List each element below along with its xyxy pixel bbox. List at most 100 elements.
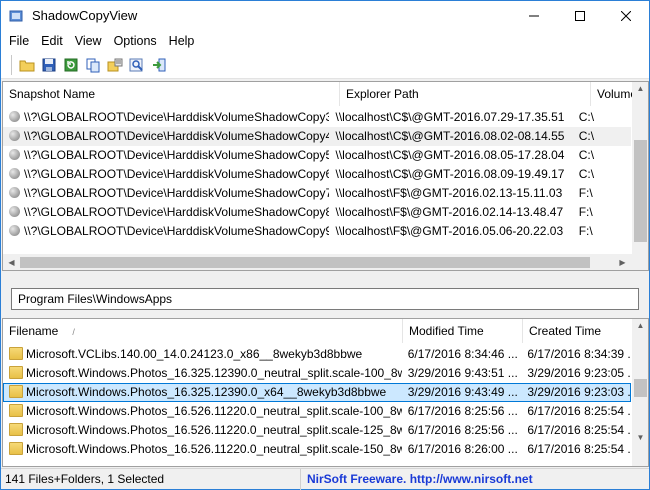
snapshot-row[interactable]: \\?\GLOBALROOT\Device\HarddiskVolumeShad… [3, 165, 631, 184]
scroll-thumb[interactable] [20, 257, 590, 268]
folder-icon [9, 442, 23, 455]
file-vertical-scrollbar[interactable]: ▲ ▼ [632, 319, 648, 466]
snapshot-vertical-scrollbar[interactable]: ▲ [632, 82, 648, 254]
exit-button[interactable] [148, 54, 170, 76]
filename-cell: Microsoft.VCLibs.140.00_14.0.24123.0_x86… [3, 345, 402, 364]
column-snapshot-name[interactable]: Snapshot Name [3, 82, 340, 106]
snapshot-row[interactable]: \\?\GLOBALROOT\Device\HarddiskVolumeShad… [3, 203, 631, 222]
snapshot-row[interactable]: \\?\GLOBALROOT\Device\HarddiskVolumeShad… [3, 184, 631, 203]
snapshot-row[interactable]: \\?\GLOBALROOT\Device\HarddiskVolumeShad… [3, 127, 631, 146]
column-modified-time[interactable]: Modified Time [403, 319, 523, 343]
minimize-icon [529, 15, 539, 17]
cell-text: \\localhost\C$\@GMT-2016.08.02-08.14.55 [335, 129, 565, 143]
menu-help[interactable]: Help [163, 32, 201, 51]
find-button[interactable] [126, 54, 148, 76]
status-bar: 141 Files+Folders, 1 Selected NirSoft Fr… [1, 468, 649, 490]
status-count: 141 Files+Folders, 1 Selected [1, 468, 301, 490]
folder-icon [9, 423, 23, 436]
cell-text: 6/17/2016 8:34:46 ... [407, 347, 518, 361]
cell-text: \\?\GLOBALROOT\Device\HarddiskVolumeShad… [24, 110, 330, 124]
volume-cell: F:\ [573, 222, 631, 241]
save-button[interactable] [38, 54, 60, 76]
snapshot-name-cell: \\?\GLOBALROOT\Device\HarddiskVolumeShad… [3, 127, 329, 146]
filename-cell: Microsoft.Windows.Photos_16.325.12390.0_… [3, 383, 402, 402]
save-icon [42, 58, 56, 72]
minimize-button[interactable] [511, 1, 557, 31]
snapshot-row[interactable]: \\?\GLOBALROOT\Device\HarddiskVolumeShad… [3, 146, 631, 165]
folder-path-input[interactable] [11, 288, 639, 310]
file-list[interactable]: Filename / Modified Time Created Time Mic… [2, 318, 649, 467]
file-row[interactable]: Microsoft.Windows.Photos_16.526.11220.0_… [3, 402, 631, 421]
maximize-icon [575, 11, 585, 21]
copy-icon [86, 58, 100, 73]
scroll-left-icon[interactable]: ◀ [3, 258, 20, 267]
created-time-cell: 6/17/2016 8:25:54 ... [521, 421, 631, 440]
scroll-up-icon[interactable]: ▲ [632, 84, 648, 93]
open-button[interactable] [16, 54, 38, 76]
file-list-header: Filename / Modified Time Created Time [3, 319, 633, 343]
scroll-thumb[interactable] [634, 379, 647, 397]
refresh-button[interactable] [60, 54, 82, 76]
cell-text: C:\ [578, 110, 595, 124]
folder-icon [9, 347, 23, 360]
cell-text: \\localhost\C$\@GMT-2016.08.09-19.49.17 [335, 167, 565, 181]
cell-text: 3/29/2016 9:23:05 ... [527, 366, 631, 380]
properties-button[interactable] [104, 54, 126, 76]
file-row[interactable]: Microsoft.Windows.Photos_16.325.12390.0_… [3, 383, 631, 402]
scroll-up-icon[interactable]: ▲ [632, 321, 648, 330]
maximize-button[interactable] [557, 1, 603, 31]
file-row[interactable]: Microsoft.Windows.Photos_16.325.12390.0_… [3, 364, 631, 383]
open-icon [19, 60, 35, 72]
folder-icon [9, 385, 23, 398]
scroll-right-icon[interactable]: ▶ [614, 258, 631, 267]
cell-text: \\localhost\C$\@GMT-2016.07.29-17.35.51 [335, 110, 565, 124]
cell-text: \\localhost\F$\@GMT-2016.02.14-13.48.47 [335, 205, 564, 219]
explorer-path-cell: \\localhost\F$\@GMT-2016.05.06-20.22.03 [329, 222, 572, 241]
volume-cell: C:\ [573, 146, 631, 165]
snapshot-bullet-icon [9, 149, 20, 160]
column-created-time[interactable]: Created Time [523, 319, 633, 343]
column-label: Modified Time [409, 324, 484, 338]
window-title: ShadowCopyView [32, 8, 138, 23]
toolbar-grip [11, 55, 12, 75]
column-filename[interactable]: Filename / [3, 319, 403, 343]
file-row[interactable]: Microsoft.VCLibs.140.00_14.0.24123.0_x86… [3, 345, 631, 364]
explorer-path-cell: \\localhost\C$\@GMT-2016.08.09-19.49.17 [329, 165, 572, 184]
copy-button[interactable] [82, 54, 104, 76]
snapshot-bullet-icon [9, 111, 20, 122]
menu-file[interactable]: File [3, 32, 35, 51]
snapshot-name-cell: \\?\GLOBALROOT\Device\HarddiskVolumeShad… [3, 108, 329, 127]
file-row[interactable]: Microsoft.Windows.Photos_16.526.11220.0_… [3, 421, 631, 440]
snapshot-horizontal-scrollbar[interactable]: ◀ ▶ [3, 254, 648, 270]
cell-text: \\?\GLOBALROOT\Device\HarddiskVolumeShad… [24, 167, 330, 181]
cell-text: 6/17/2016 8:25:54 ... [527, 442, 631, 456]
cell-text: \\localhost\C$\@GMT-2016.08.05-17.28.04 [335, 148, 565, 162]
column-explorer-path[interactable]: Explorer Path [340, 82, 591, 106]
snapshot-name-cell: \\?\GLOBALROOT\Device\HarddiskVolumeShad… [3, 222, 329, 241]
menu-view[interactable]: View [69, 32, 108, 51]
snapshot-list-header: Snapshot Name Explorer Path Volume [3, 82, 648, 106]
cell-text: \\?\GLOBALROOT\Device\HarddiskVolumeShad… [24, 224, 330, 238]
column-label: Explorer Path [346, 87, 419, 101]
snapshot-name-cell: \\?\GLOBALROOT\Device\HarddiskVolumeShad… [3, 165, 329, 184]
snapshot-bullet-icon [9, 206, 20, 217]
snapshot-row[interactable]: \\?\GLOBALROOT\Device\HarddiskVolumeShad… [3, 222, 631, 241]
cell-text: Microsoft.Windows.Photos_16.325.12390.0_… [26, 385, 387, 399]
cell-text: 3/29/2016 9:43:49 ... [407, 385, 518, 399]
menu-edit[interactable]: Edit [35, 32, 69, 51]
scroll-thumb[interactable] [634, 140, 647, 242]
cell-text: F:\ [578, 224, 593, 238]
modified-time-cell: 3/29/2016 9:43:49 ... [402, 383, 522, 402]
snapshot-row[interactable]: \\?\GLOBALROOT\Device\HarddiskVolumeShad… [3, 108, 631, 127]
close-button[interactable] [603, 1, 649, 31]
explorer-path-cell: \\localhost\F$\@GMT-2016.02.13-15.11.03 [329, 184, 572, 203]
title-bar[interactable]: ShadowCopyView [1, 1, 649, 31]
modified-time-cell: 3/29/2016 9:43:51 ... [402, 364, 522, 383]
cell-text: Microsoft.Windows.Photos_16.526.11220.0_… [26, 404, 402, 418]
scroll-down-icon[interactable]: ▼ [632, 433, 648, 442]
snapshot-list[interactable]: Snapshot Name Explorer Path Volume \\?\G… [2, 81, 649, 271]
file-row[interactable]: Microsoft.Windows.Photos_16.526.11220.0_… [3, 440, 631, 459]
filename-cell: Microsoft.Windows.Photos_16.526.11220.0_… [3, 421, 402, 440]
nirsoft-link[interactable]: NirSoft Freeware. http://www.nirsoft.net [301, 469, 533, 490]
menu-options[interactable]: Options [108, 32, 163, 51]
